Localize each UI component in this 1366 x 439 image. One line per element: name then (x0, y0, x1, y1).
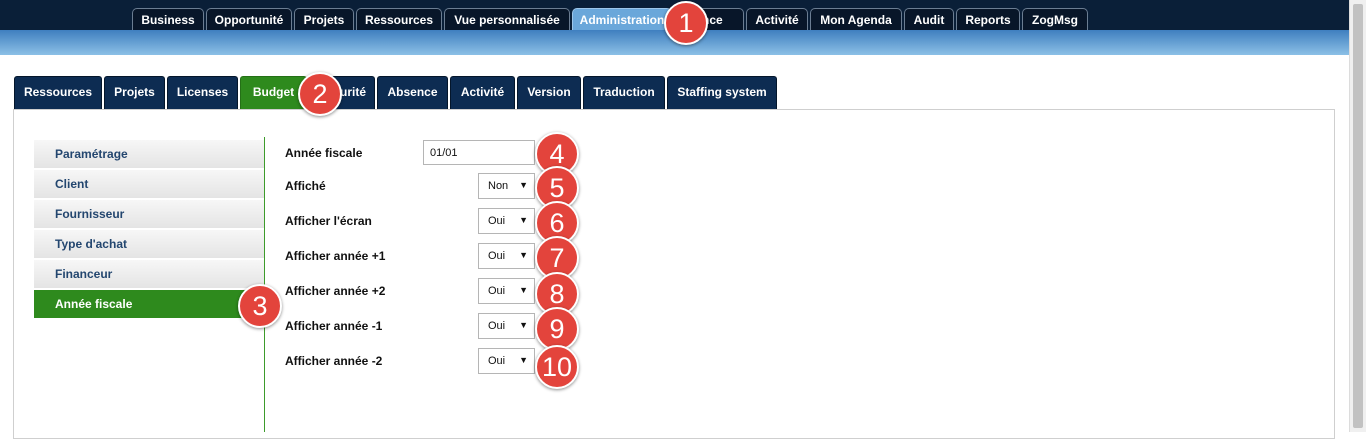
affiche-select-value: Non (488, 180, 509, 192)
top-tab-mon-agenda[interactable]: Mon Agenda (810, 8, 902, 30)
afficher-annee-minus1-select[interactable]: Oui ▼ (478, 313, 535, 339)
tab-licenses[interactable]: Licenses (167, 76, 238, 109)
afficher-annee-minus2-select[interactable]: Oui ▼ (478, 348, 535, 374)
chevron-down-icon: ▼ (519, 355, 528, 365)
menu-item-parametrage[interactable]: Paramétrage (34, 140, 264, 169)
afficher-ecran-select-value: Oui (488, 215, 506, 227)
tab-ressources[interactable]: Ressources (14, 76, 102, 109)
afficher-annee-minus1-label: Afficher année -1 (285, 319, 383, 333)
scrollbar-thumb[interactable] (1353, 4, 1363, 428)
fiscal-year-label: Année fiscale (285, 146, 363, 160)
top-tab-audit[interactable]: Audit (904, 8, 954, 30)
tab-absence[interactable]: Absence (377, 76, 448, 109)
tab-staffing-system[interactable]: Staffing system (667, 76, 777, 109)
fiscal-year-input[interactable] (423, 140, 535, 165)
top-tab-activite[interactable]: Activité (746, 8, 808, 30)
chevron-down-icon: ▼ (519, 285, 528, 295)
top-tab-opportunite[interactable]: Opportunité (206, 8, 292, 30)
callout-1: 1 (664, 1, 708, 45)
chevron-down-icon: ▼ (519, 250, 528, 260)
tab-version[interactable]: Version (517, 76, 581, 109)
menu-item-annee-fiscale[interactable]: Année fiscale (34, 290, 264, 319)
tab-budget[interactable]: Budget (240, 76, 307, 109)
afficher-annee-minus2-label: Afficher année -2 (285, 354, 383, 368)
afficher-annee-plus2-select-value: Oui (488, 285, 506, 297)
afficher-annee-plus1-select[interactable]: Oui ▼ (478, 243, 535, 269)
top-tab-reports[interactable]: Reports (956, 8, 1020, 30)
callout-3: 3 (238, 284, 282, 328)
menu-item-type-achat[interactable]: Type d'achat (34, 230, 264, 259)
top-tab-projets[interactable]: Projets (294, 8, 354, 30)
menu-item-financeur[interactable]: Financeur (34, 260, 264, 289)
callout-2: 2 (298, 72, 342, 116)
top-tab-ressources[interactable]: Ressources (356, 8, 442, 30)
afficher-annee-minus1-select-value: Oui (488, 320, 506, 332)
afficher-annee-plus2-label: Afficher année +2 (285, 284, 386, 298)
afficher-ecran-label: Afficher l'écran (285, 214, 372, 228)
afficher-ecran-select[interactable]: Oui ▼ (478, 208, 535, 234)
tab-traduction[interactable]: Traduction (583, 76, 665, 109)
menu-item-fournisseur[interactable]: Fournisseur (34, 200, 264, 229)
top-tab-vue-personnalisee[interactable]: Vue personnalisée (444, 8, 570, 30)
chevron-down-icon: ▼ (519, 320, 528, 330)
tab-activite[interactable]: Activité (450, 76, 515, 109)
afficher-annee-plus1-label: Afficher année +1 (285, 249, 386, 263)
chevron-down-icon: ▼ (519, 180, 528, 190)
menu-item-client[interactable]: Client (34, 170, 264, 199)
top-tab-administration[interactable]: Administration (572, 8, 672, 30)
afficher-annee-plus2-select[interactable]: Oui ▼ (478, 278, 535, 304)
top-tab-business[interactable]: Business (132, 8, 204, 30)
afficher-annee-minus2-select-value: Oui (488, 355, 506, 367)
chevron-down-icon: ▼ (519, 215, 528, 225)
callout-10: 10 (535, 345, 579, 389)
affiche-label: Affiché (285, 179, 326, 193)
top-tab-zogmsg[interactable]: ZogMsg (1022, 8, 1088, 30)
affiche-select[interactable]: Non ▼ (478, 173, 535, 199)
afficher-annee-plus1-select-value: Oui (488, 250, 506, 262)
tab-projets[interactable]: Projets (104, 76, 165, 109)
